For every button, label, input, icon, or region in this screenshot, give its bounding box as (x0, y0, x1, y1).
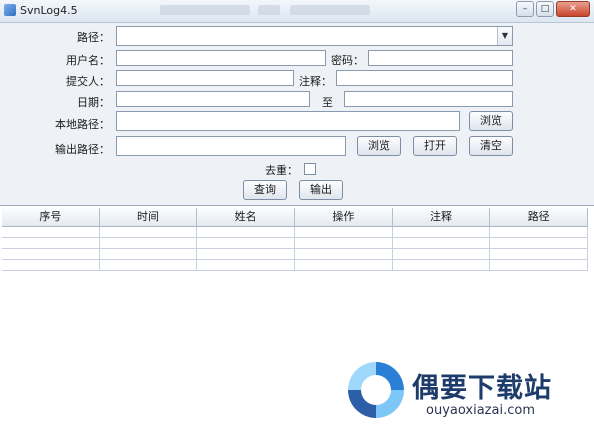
path-combobox[interactable]: ▼ (116, 26, 513, 46)
date-label: 日期： (77, 96, 110, 109)
close-button[interactable]: ✕ (556, 1, 590, 17)
committer-label: 提交人： (66, 75, 110, 88)
app-icon (4, 4, 16, 16)
date-from-input[interactable] (116, 91, 310, 107)
browse-local-button[interactable]: 浏览 (469, 111, 513, 131)
password-input[interactable] (368, 50, 513, 66)
watermark-title: 偶要下载站 (412, 373, 552, 404)
chevron-down-icon[interactable]: ▼ (497, 27, 512, 45)
column-header[interactable]: 序号 (2, 208, 100, 226)
background-window-hint (290, 5, 370, 15)
table-row[interactable] (2, 249, 589, 260)
table-header: 序号 时间 姓名 操作 注释 路径 (2, 208, 589, 227)
table-row[interactable] (2, 260, 589, 271)
table-row[interactable] (2, 227, 589, 238)
watermark-logo-center (361, 375, 391, 405)
background-window-hint (258, 5, 280, 15)
table-row[interactable] (2, 238, 589, 249)
date-to-label: 至 (322, 96, 333, 109)
window-title: SvnLog4.5 (20, 4, 78, 17)
output-path-label: 输出路径： (55, 143, 110, 156)
username-label: 用户名： (66, 54, 110, 67)
comment-input[interactable] (336, 70, 513, 86)
column-header[interactable]: 操作 (295, 208, 393, 226)
export-button[interactable]: 输出 (299, 180, 343, 200)
column-header[interactable]: 路径 (490, 208, 589, 226)
column-header[interactable]: 注释 (393, 208, 491, 226)
clear-button[interactable]: 清空 (469, 136, 513, 156)
comment-label: 注释： (299, 75, 332, 88)
open-button[interactable]: 打开 (413, 136, 457, 156)
watermark-subtitle: ouyaoxiazai.com (426, 403, 535, 418)
date-to-input[interactable] (344, 91, 513, 107)
local-path-label: 本地路径： (55, 118, 110, 131)
column-header[interactable]: 时间 (100, 208, 198, 226)
restore-button[interactable]: □ (536, 1, 554, 17)
minimize-button[interactable]: – (516, 1, 534, 17)
dedup-label: 去重： (265, 164, 298, 177)
column-header[interactable]: 姓名 (197, 208, 296, 226)
dedup-checkbox[interactable] (304, 163, 316, 175)
path-label: 路径： (77, 31, 110, 44)
output-path-input[interactable] (116, 136, 346, 156)
browse-output-button[interactable]: 浏览 (357, 136, 401, 156)
background-window-hint (160, 5, 250, 15)
password-label: 密码： (331, 54, 364, 67)
query-button[interactable]: 查询 (243, 180, 287, 200)
local-path-input[interactable] (116, 111, 460, 131)
title-bar: SvnLog4.5 – □ ✕ (0, 0, 594, 23)
